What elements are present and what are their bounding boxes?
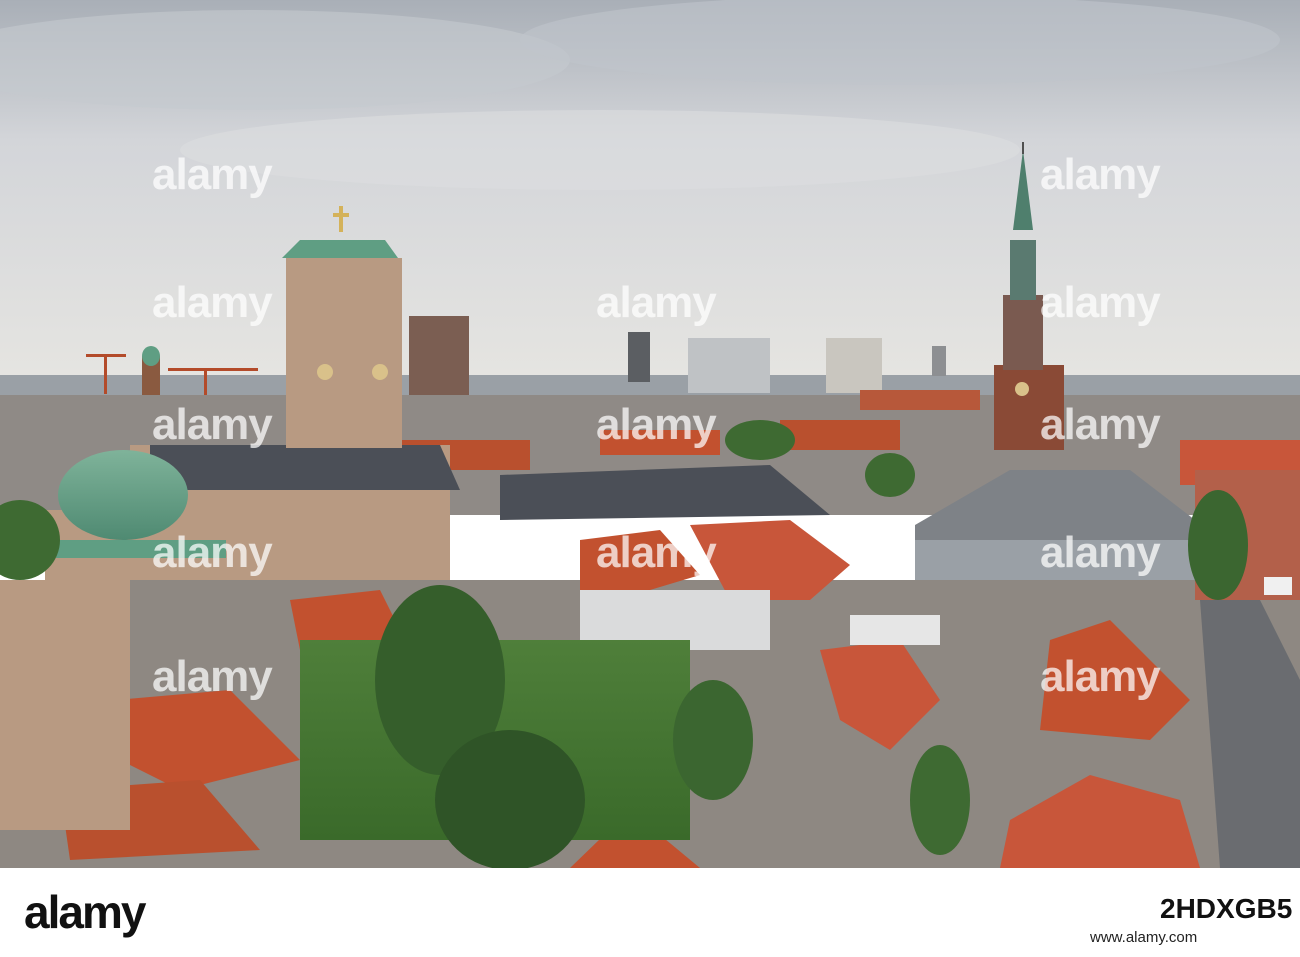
cross [339,206,343,232]
roof [860,390,980,410]
tree [1188,490,1248,600]
watermark-text: alamy [596,400,717,449]
watermark-text: alamy [596,528,717,577]
crane [104,354,107,394]
watermark-text: alamy [1040,528,1161,577]
highrise [628,332,650,382]
alamy-logo: alamy [24,886,146,938]
church-roof [150,445,460,490]
highrise [826,338,882,393]
tree [910,745,970,855]
crane [168,368,258,371]
watermark-text: alamy [152,150,273,199]
spire-clock [1015,382,1029,396]
van [1264,577,1292,595]
tree [865,453,915,497]
church-clock [317,364,333,380]
watermark-text: alamy [152,652,273,701]
watermark-text: alamy [152,400,273,449]
watermark-text: alamy [1040,652,1161,701]
roof [780,420,900,450]
image-id: 2HDXGB5 [1160,893,1293,924]
watermark-text: alamy [1040,150,1161,199]
site-url: www.alamy.com [1090,929,1198,946]
highrise [409,316,469,396]
church-tower-roof [282,240,398,258]
church-dome [58,450,188,540]
highrise [688,338,770,393]
spire-lantern [1010,240,1036,300]
tree [435,730,585,868]
watermark-text: alamy [1040,400,1161,449]
spire-lantern [1003,295,1043,370]
highrise [932,346,946,376]
tree [673,680,753,800]
watermark-text: alamy [1040,278,1161,327]
church-tower [286,258,402,448]
small-tower-dome [142,346,160,366]
apartment-block [0,580,130,830]
white-building [850,615,940,645]
spire-needle [1022,142,1024,154]
watermark-text: alamy [152,528,273,577]
church-clock [372,364,388,380]
watermark-text: alamy [152,278,273,327]
watermark-text: alamy [596,278,717,327]
cross [333,213,349,217]
cloud [180,110,1020,190]
tree [725,420,795,460]
